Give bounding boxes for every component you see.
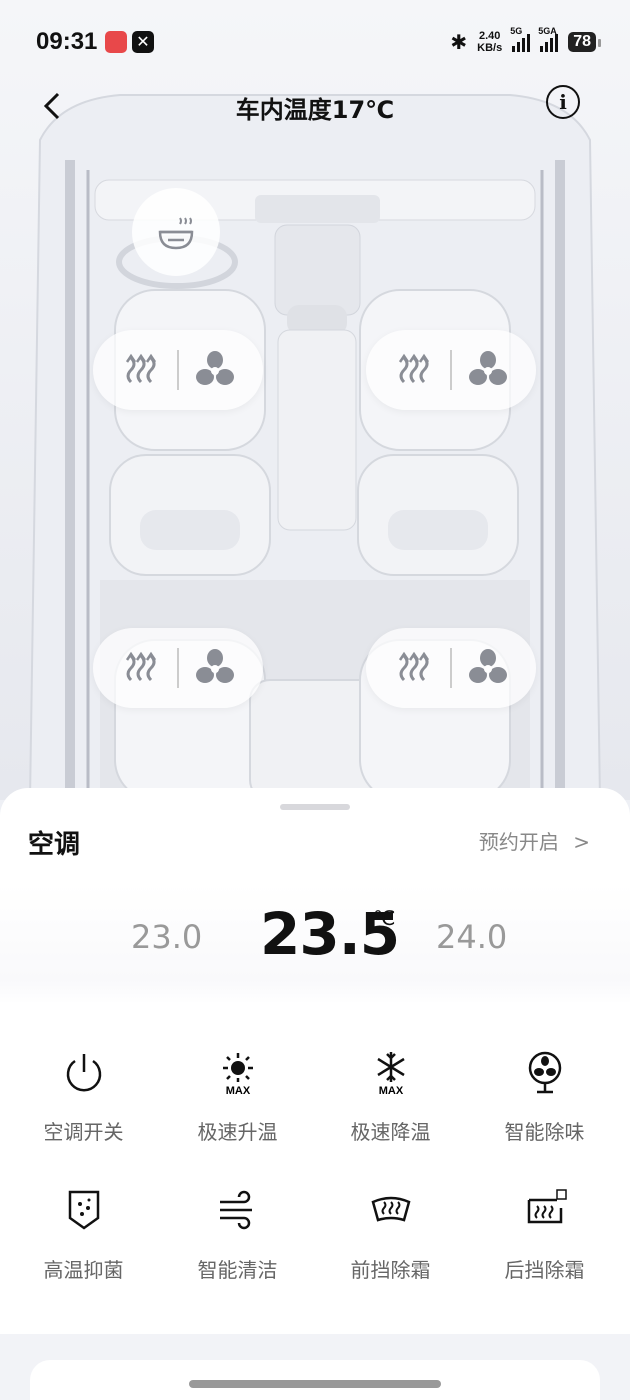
temperature-selector[interactable]: 23.0 23.5 ℃ 24.0 (0, 884, 630, 1004)
deodorize-fan-icon (528, 1051, 561, 1094)
function-label: 后挡除霜 (504, 1258, 585, 1282)
rear-defrost-icon (527, 1189, 567, 1224)
seat-heat-icon[interactable] (121, 648, 161, 688)
steering-heat-icon (158, 217, 194, 250)
sun-max-icon: MAX (222, 1053, 253, 1096)
function-label: 高温抑菌 (43, 1258, 124, 1282)
front-left-seat-control (93, 330, 263, 410)
sterilize-shield-icon (68, 1190, 99, 1230)
seat-heat-icon[interactable] (121, 350, 161, 390)
notification-x-icon: ✕ (132, 31, 154, 53)
temp-lower-option[interactable]: 23.0 (131, 918, 202, 956)
home-indicator[interactable] (189, 1380, 441, 1388)
seat-ventilation-icon[interactable] (195, 648, 235, 688)
chevron-right-icon: > (573, 830, 590, 854)
battery-indicator: 78 (568, 32, 601, 52)
footer-band (0, 1334, 630, 1400)
notification-app-icon (105, 31, 127, 53)
status-bar: 09:31 ✕ ✱ 2.40 KB/s 5G 5GA 78 (0, 0, 630, 86)
signal-5g-icon: 5G (510, 26, 531, 52)
svg-text:MAX: MAX (378, 1085, 403, 1096)
rapid-heat-button[interactable]: MAX 极速升温 (161, 1048, 314, 1145)
smart-deodorize-button[interactable]: 智能除味 (468, 1048, 621, 1145)
function-label: 前挡除霜 (350, 1258, 431, 1282)
clock: 09:31 (36, 28, 98, 55)
rear-left-seat-control (93, 628, 263, 708)
seat-ventilation-icon[interactable] (195, 350, 235, 390)
seat-ventilation-icon[interactable] (468, 350, 508, 390)
function-label: 极速升温 (197, 1120, 278, 1144)
signal-5ga-icon: 5GA (538, 26, 559, 52)
page-title: 车内温度17℃ (235, 96, 395, 124)
ac-section-title: 空调 (28, 830, 81, 860)
schedule-start-link[interactable]: 预约开启 > (479, 826, 590, 855)
svg-text:MAX: MAX (225, 1085, 250, 1096)
rear-right-seat-control (366, 628, 536, 708)
seat-heat-icon[interactable] (394, 648, 434, 688)
network-speed: 2.40 KB/s (477, 30, 503, 54)
wind-clean-icon (219, 1190, 252, 1230)
steering-wheel-heat-button[interactable] (132, 188, 220, 276)
seat-heat-icon[interactable] (394, 350, 434, 390)
power-icon (66, 1054, 101, 1092)
temp-higher-option[interactable]: 24.0 (436, 918, 507, 956)
ac-power-button[interactable]: 空调开关 (7, 1048, 160, 1145)
function-label: 极速降温 (350, 1120, 431, 1144)
info-icon[interactable]: i (546, 85, 580, 119)
snow-max-icon: MAX (376, 1052, 405, 1096)
sheet-drag-handle[interactable] (280, 804, 350, 810)
function-label: 智能除味 (504, 1120, 585, 1144)
rapid-cool-button[interactable]: MAX 极速降温 (314, 1048, 467, 1145)
high-temp-sterilize-button[interactable]: 高温抑菌 (7, 1186, 160, 1283)
function-label: 智能清洁 (197, 1258, 278, 1282)
rear-defrost-button[interactable]: 后挡除霜 (468, 1186, 621, 1283)
bluetooth-icon: ✱ (450, 30, 468, 54)
ac-control-sheet: 空调 预约开启 > 23.0 23.5 ℃ 24.0 空调开关 MAX 极速升温… (0, 788, 630, 1400)
seat-ventilation-icon[interactable] (468, 648, 508, 688)
schedule-label: 预约开启 (478, 830, 559, 854)
function-label: 空调开关 (43, 1120, 124, 1144)
front-defrost-icon (371, 1196, 410, 1222)
nav-header: 车内温度17℃ i (0, 80, 630, 132)
front-right-seat-control (366, 330, 536, 410)
front-defrost-button[interactable]: 前挡除霜 (314, 1186, 467, 1283)
smart-clean-button[interactable]: 智能清洁 (161, 1186, 314, 1283)
temp-unit: ℃ (373, 906, 396, 930)
